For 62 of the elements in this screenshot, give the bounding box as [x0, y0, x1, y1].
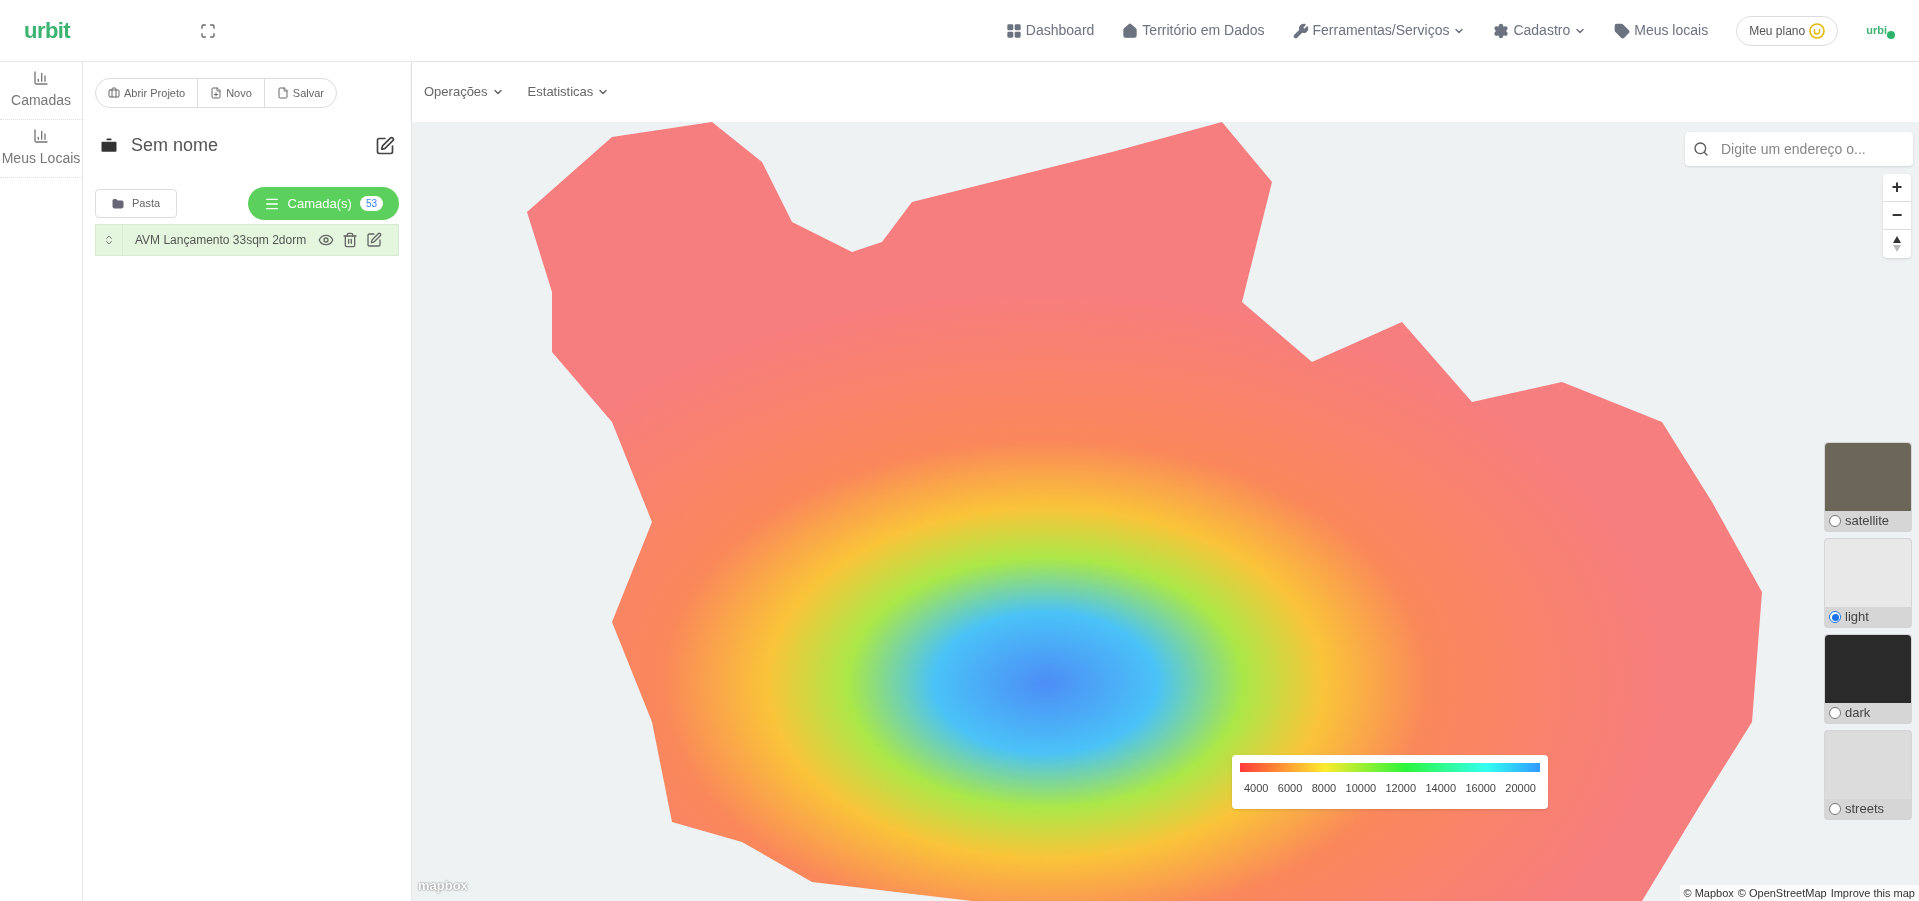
eye-icon[interactable] [318, 232, 334, 248]
attribution-link[interactable]: © Mapbox [1683, 884, 1734, 901]
nav-link[interactable]: Dashboard [1005, 20, 1095, 41]
project-action-button[interactable]: Novo [197, 79, 264, 107]
project-action-button[interactable]: Abrir Projeto [96, 79, 198, 107]
attribution-link[interactable]: Improve this map [1830, 884, 1915, 901]
side-nav-item[interactable]: Meus Locais [0, 120, 82, 178]
legend-tick-label: 8000 [1311, 781, 1337, 796]
toolbar-menu[interactable]: Operações [424, 82, 504, 102]
house-icon [1122, 22, 1139, 39]
fullscreen-icon[interactable] [200, 22, 217, 39]
bar-chart-icon [33, 70, 49, 86]
radio-button[interactable] [1829, 515, 1841, 527]
legend-tick-label: 14000 [1425, 781, 1457, 796]
file-plus-icon [210, 87, 223, 99]
nav-link[interactable]: Meus locais [1614, 20, 1709, 41]
radio-button[interactable] [1829, 611, 1841, 623]
legend-tick-label: 10000 [1345, 781, 1377, 796]
folder-button[interactable]: Pasta [95, 189, 178, 218]
briefcase-icon [108, 87, 120, 99]
map-style-option[interactable]: satellite [1824, 442, 1912, 532]
trash-icon[interactable] [342, 232, 358, 248]
map-style-option[interactable]: dark [1824, 634, 1912, 724]
toolbar-menu[interactable]: Estatisticas [527, 82, 610, 102]
layers-button[interactable]: Camada(s) 53 [247, 187, 399, 220]
layer-count: 53 [359, 196, 383, 211]
compass-icon[interactable] [1892, 235, 1902, 253]
legend-tick-label: 6000 [1277, 781, 1303, 796]
map-logo[interactable]: mapbox [418, 875, 468, 895]
coin-icon [1809, 22, 1826, 39]
legend-tick-label: 12000 [1385, 781, 1417, 796]
briefcase-icon [99, 135, 119, 156]
side-nav-item[interactable]: Camadas [0, 62, 82, 120]
layer-name: AVM Lançamento 33sqm 2dorm [135, 232, 307, 249]
edit-icon[interactable] [375, 135, 395, 156]
layer-row[interactable]: AVM Lançamento 33sqm 2dorm [95, 224, 399, 256]
tag-icon [1614, 22, 1631, 39]
address-search-field[interactable]: Digite um endereço o... [1685, 132, 1913, 166]
radio-button[interactable] [1829, 707, 1841, 719]
gear-icon [1493, 22, 1510, 39]
reorder-icon[interactable] [103, 234, 115, 246]
zoom-in-button[interactable]: + [1883, 174, 1911, 202]
attribution-link[interactable]: © OpenStreetMap [1737, 884, 1827, 901]
file-icon [276, 87, 289, 99]
edit-icon[interactable] [366, 232, 382, 248]
project-name: Sem nome [131, 134, 219, 157]
wrench-icon [1292, 22, 1309, 39]
project-action-button[interactable]: Salvar [263, 79, 336, 107]
zoom-out-button[interactable]: − [1883, 202, 1911, 230]
nav-link[interactable]: Ferramentas/Serviços [1292, 20, 1466, 41]
bar-chart-icon [33, 128, 49, 144]
map-style-option[interactable]: light [1824, 538, 1912, 628]
map-style-option[interactable]: streets [1824, 730, 1912, 820]
grid-icon [1005, 22, 1022, 39]
legend-tick-label: 16000 [1465, 781, 1496, 796]
search-icon [1693, 141, 1709, 157]
folder-icon [112, 197, 124, 210]
nav-link[interactable]: Cadastro [1493, 20, 1587, 41]
nav-link[interactable]: Território em Dados [1122, 20, 1265, 41]
legend-tick-label: 20000 [1505, 781, 1536, 796]
legend-tick-label: 4000 [1244, 781, 1269, 796]
radio-button[interactable] [1829, 803, 1841, 815]
